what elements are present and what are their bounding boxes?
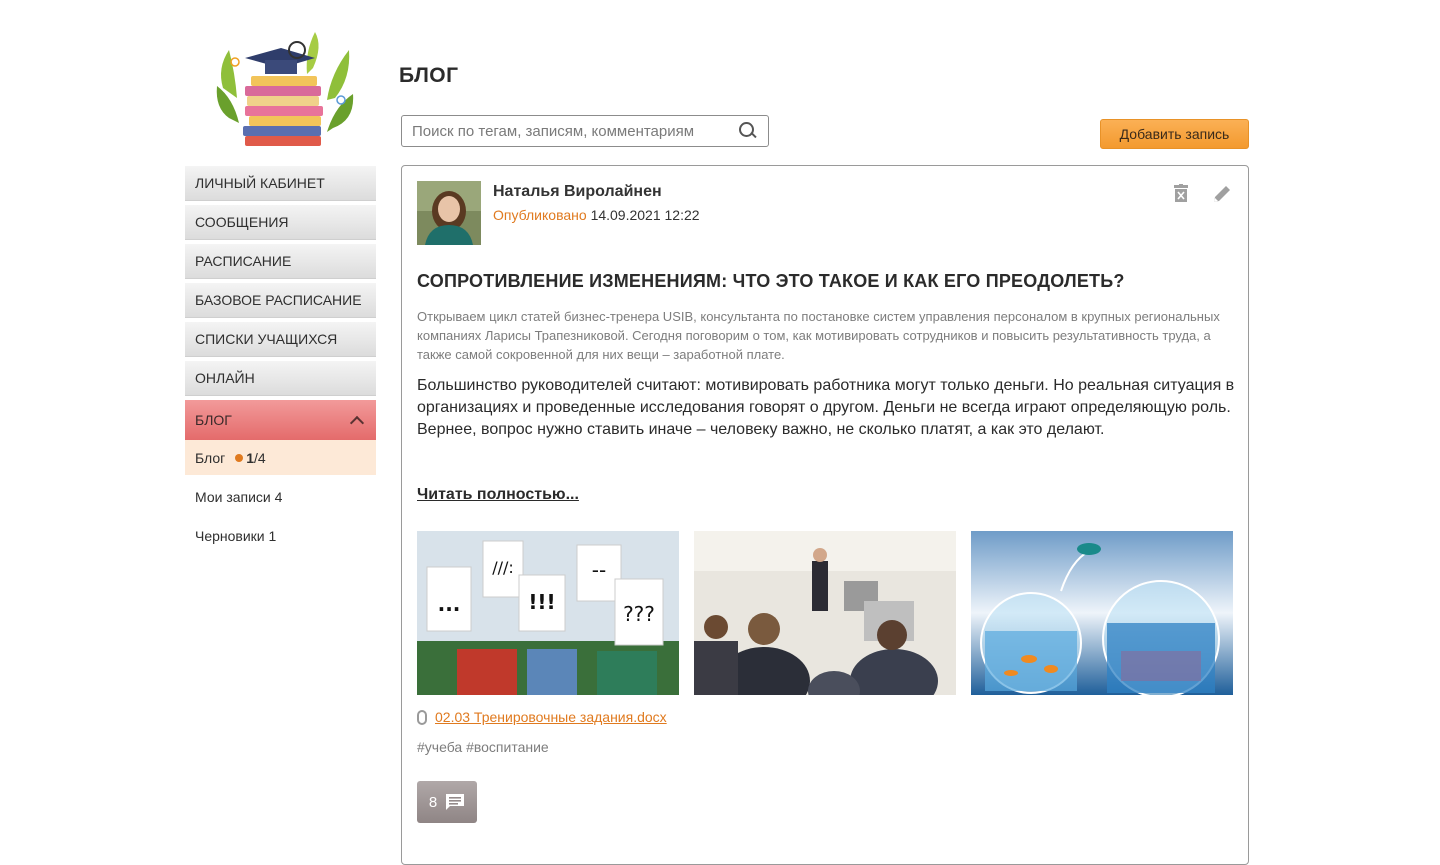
post-meta: Опубликовано 14.09.2021 12:22	[493, 207, 700, 223]
read-more-link[interactable]: Читать полностью...	[417, 486, 579, 504]
trash-icon[interactable]	[1174, 184, 1188, 202]
logo[interactable]	[215, 28, 357, 154]
chevron-up-icon[interactable]	[349, 415, 365, 431]
nav-item-base-schedule[interactable]: БАЗОВОЕ РАСПИСАНИЕ	[185, 283, 376, 318]
nav-item-messages[interactable]: СООБЩЕНИЯ	[185, 205, 376, 240]
sub-item-blog[interactable]: Блог 1/4	[185, 440, 376, 475]
post-date: 14.09.2021 12:22	[590, 207, 700, 223]
add-post-button[interactable]: Добавить запись	[1100, 119, 1249, 149]
sub-item-drafts[interactable]: Черновики 1	[185, 518, 376, 553]
sub-item-my-posts[interactable]: Мои записи 4	[185, 479, 376, 514]
avatar[interactable]	[417, 181, 481, 245]
attachment: 02.03 Тренировочные задания.docx	[417, 709, 667, 725]
nav-item-blog-label: БЛОГ	[195, 412, 232, 428]
search-icon[interactable]	[738, 121, 758, 141]
post-image-2[interactable]	[694, 531, 956, 695]
post-card: Наталья Виролайнен Опубликовано 14.09.20…	[401, 165, 1249, 865]
new-count: 1	[246, 449, 255, 466]
new-dot-icon	[235, 453, 244, 462]
page-title: БЛОГ	[399, 64, 459, 87]
card-text-4: --	[592, 558, 606, 582]
total-count: /4	[254, 449, 266, 466]
post-image-1[interactable]: ... ///: !!! -- ???	[417, 531, 679, 695]
nav-item-schedule[interactable]: РАСПИСАНИЕ	[185, 244, 376, 279]
sidebar-nav: ЛИЧНЫЙ КАБИНЕТ СООБЩЕНИЯ РАСПИСАНИЕ БАЗО…	[185, 166, 376, 553]
search-box	[401, 115, 769, 147]
nav-item-student-lists[interactable]: СПИСКИ УЧАЩИХСЯ	[185, 322, 376, 357]
post-image-3[interactable]	[971, 531, 1233, 695]
post-body: Большинство руководителей считают: мотив…	[417, 377, 1235, 438]
nav-item-blog[interactable]: БЛОГ	[185, 400, 376, 440]
pencil-icon[interactable]	[1212, 184, 1232, 204]
nav-item-online[interactable]: ОНЛАЙН	[185, 361, 376, 396]
card-text-5: ???	[623, 602, 655, 626]
comment-icon	[446, 794, 465, 810]
nav-item-personal-cabinet[interactable]: ЛИЧНЫЙ КАБИНЕТ	[185, 166, 376, 201]
author-name[interactable]: Наталья Виролайнен	[493, 183, 662, 201]
post-lead: Открываем цикл статей бизнес-тренера USI…	[417, 309, 1220, 362]
post-title[interactable]: СОПРОТИВЛЕНИЕ ИЗМЕНЕНИЯМ: ЧТО ЭТО ТАКОЕ …	[417, 271, 1125, 292]
post-tags[interactable]: #учеба #воспитание	[417, 739, 549, 755]
card-text-3: !!!	[528, 590, 555, 614]
search-input[interactable]	[412, 122, 738, 140]
status-label: Опубликовано	[493, 207, 587, 223]
card-text-2: ///:	[492, 558, 514, 577]
comments-button[interactable]: 8	[417, 781, 477, 823]
comments-count: 8	[428, 793, 438, 811]
attachment-link[interactable]: 02.03 Тренировочные задания.docx	[435, 709, 667, 725]
card-text-1: ...	[438, 592, 461, 616]
sub-item-blog-label: Блог	[195, 449, 226, 466]
paperclip-icon	[417, 709, 427, 725]
